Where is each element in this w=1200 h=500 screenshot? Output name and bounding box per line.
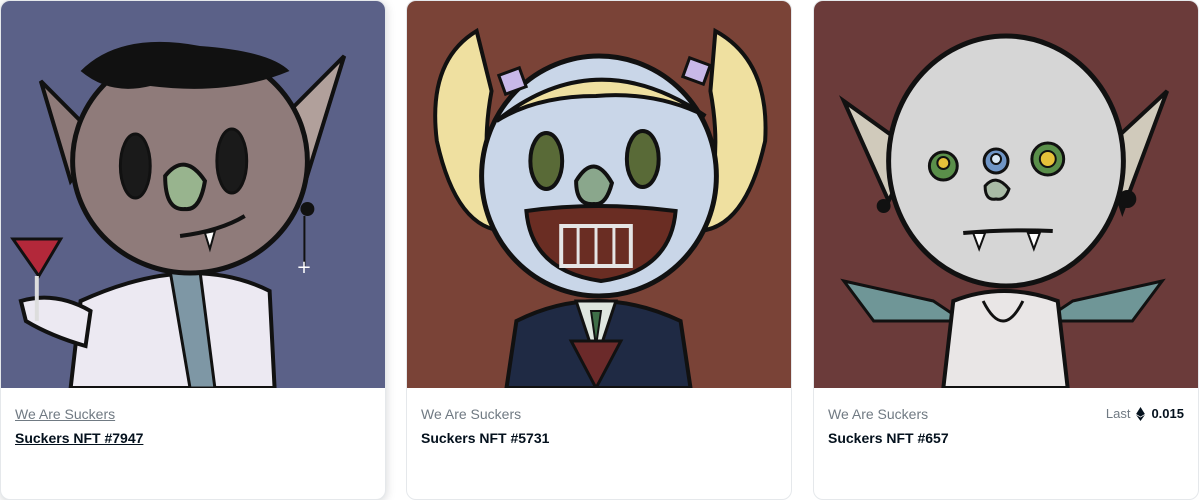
svg-text:+: + [296,257,311,278]
nft-card[interactable]: + We Are Suckers Suckers NFT #7947 [0,0,386,500]
nft-image[interactable] [814,1,1198,388]
ethereum-icon [1136,406,1146,421]
last-sale-price: 0.015 [1151,406,1184,421]
last-sale-label: Last [1105,406,1131,421]
nft-image[interactable]: + [1,1,385,388]
collection-name[interactable]: We Are Suckers [828,406,928,422]
nft-image[interactable] [407,1,791,388]
collection-name[interactable]: We Are Suckers [15,406,115,422]
nft-card[interactable]: We Are Suckers Suckers NFT #657 Last 0.0… [813,0,1199,500]
collection-name[interactable]: We Are Suckers [421,406,521,422]
item-name[interactable]: Suckers NFT #7947 [15,430,143,446]
nft-grid: + We Are Suckers Suckers NFT #7947 We Ar… [0,0,1200,500]
item-name[interactable]: Suckers NFT #5731 [421,430,549,446]
last-sale: Last 0.015 [1106,406,1184,421]
nft-card[interactable]: We Are Suckers Suckers NFT #5731 [406,0,792,500]
item-name[interactable]: Suckers NFT #657 [828,430,949,446]
